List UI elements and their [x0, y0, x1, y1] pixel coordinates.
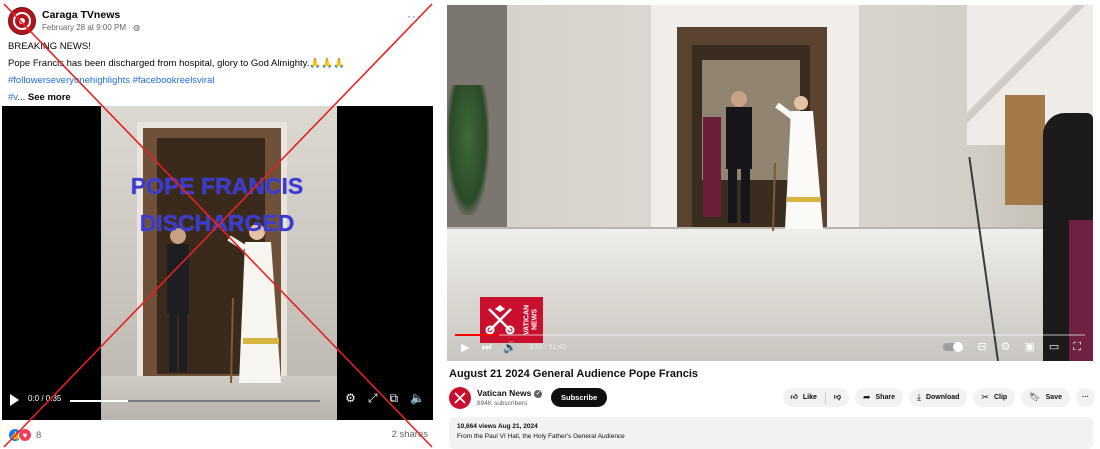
- channel-avatar[interactable]: [449, 387, 471, 409]
- video-time: 0:0 / 0:35: [28, 394, 62, 403]
- like-label: Like: [802, 394, 817, 401]
- ellipsis: ...: [17, 92, 28, 103]
- facebook-post: Caraga TVnews February 28 at 9:00 PM · ◍…: [0, 0, 436, 449]
- scissors-icon: ✂: [981, 392, 989, 402]
- autoplay-toggle[interactable]: [943, 342, 964, 352]
- video-controls: 0:0 / 0:35 ⚙ ⤢ ⧉ 🔈: [2, 386, 433, 420]
- channel-row: Vatican News ✓ 894K subscribers Subscribe…: [449, 386, 1095, 412]
- right-controls: ⊟ ⚙ ▣ ▭ ⛶: [943, 340, 1081, 354]
- like-button[interactable]: 👍︎ Like: [783, 388, 825, 407]
- video-title: August 21 2024 General Audience Pope Fra…: [449, 368, 699, 380]
- share-button[interactable]: ➦ Share: [854, 388, 903, 407]
- reaction-count: 8: [36, 429, 42, 441]
- channel-name[interactable]: Vatican News ✓: [477, 388, 543, 398]
- progress-fill: [455, 334, 500, 336]
- video-frame: [101, 106, 337, 420]
- next-icon[interactable]: ⏭: [481, 341, 491, 354]
- video-scrubber[interactable]: [70, 400, 320, 402]
- share-count[interactable]: 2 shares: [392, 429, 428, 440]
- post-options-button[interactable]: ···: [407, 9, 422, 23]
- clip-button[interactable]: ✂ Clip: [973, 388, 1016, 407]
- clip-label: Clip: [993, 394, 1008, 401]
- crossed-keys-icon: [454, 392, 466, 404]
- see-more-link[interactable]: See more: [28, 92, 71, 103]
- download-label: Download: [925, 394, 960, 401]
- video-overlay-caption: POPE FRANCIS DISCHARGED: [102, 168, 332, 242]
- download-icon: ⤓: [916, 392, 921, 402]
- overlay-line-2: DISCHARGED: [139, 210, 295, 236]
- timestamp-text: February 28 at 9:00 PM ·: [42, 23, 134, 32]
- globe-icon: ◍: [133, 23, 141, 32]
- page-name[interactable]: Caraga TVnews: [42, 9, 140, 22]
- post-header: Caraga TVnews February 28 at 9:00 PM · ◍: [8, 7, 140, 35]
- save-button[interactable]: 🔖︎ Save: [1021, 388, 1070, 407]
- post-timestamp[interactable]: February 28 at 9:00 PM · ◍: [42, 22, 140, 33]
- miniplayer-icon[interactable]: ▣: [1024, 340, 1034, 354]
- facebook-video-player[interactable]: POPE FRANCIS DISCHARGED 0:0 / 0:35 ⚙ ⤢ ⧉…: [2, 106, 433, 420]
- plant: [447, 85, 489, 215]
- download-button[interactable]: ⤓ Download: [908, 388, 968, 407]
- love-reaction-icon: ♥: [18, 428, 32, 442]
- post-body: Pope Francis has been discharged from ho…: [8, 58, 345, 69]
- subscriber-count: 894K subscribers: [477, 400, 528, 407]
- settings-icon[interactable]: ⚙: [345, 391, 356, 405]
- more-actions-button[interactable]: ···: [1076, 388, 1095, 407]
- description-box[interactable]: 10,664 views Aug 21, 2024 From the Paul …: [449, 417, 1093, 449]
- volume-icon[interactable]: 🔊: [503, 341, 517, 354]
- video-controls: ▶ ⏭ 🔊 3:32 / 51:40 ⊟ ⚙ ▣ ▭ ⛶: [447, 337, 1093, 361]
- fullscreen-icon[interactable]: ⛶: [1073, 340, 1081, 354]
- verified-check-icon: ✓: [534, 389, 543, 398]
- play-icon[interactable]: ▶: [461, 341, 469, 354]
- man-in-suit: [726, 91, 752, 223]
- thumbs-up-icon: 👍︎: [790, 394, 798, 401]
- pope-figure: [772, 96, 823, 232]
- like-dislike-group: 👍︎ Like 👎︎: [782, 388, 849, 407]
- captions-icon[interactable]: ⊟: [977, 340, 986, 354]
- overlay-line-1: POPE FRANCIS: [130, 173, 304, 199]
- man-in-suit: [167, 228, 189, 372]
- youtube-video-player[interactable]: VATICAN NEWS ▶ ⏭ 🔊 3:32 / 51:40 ⊟ ⚙ ▣ ▭ …: [447, 5, 1093, 361]
- left-controls: ▶ ⏭ 🔊 3:32 / 51:40: [461, 341, 566, 354]
- expand-icon[interactable]: ⤢: [368, 391, 378, 405]
- post-meta: Caraga TVnews February 28 at 9:00 PM · ◍: [42, 9, 140, 33]
- share-label: Share: [875, 394, 895, 401]
- post-hashtags[interactable]: #followerseveryonehighlights #facebookre…: [8, 74, 428, 87]
- video-time: 3:32 / 51:40: [529, 344, 567, 351]
- wood-panel: [1005, 95, 1045, 205]
- tv-logo-icon: [13, 12, 31, 30]
- youtube-watch-page: VATICAN NEWS ▶ ⏭ 🔊 3:32 / 51:40 ⊟ ⚙ ▣ ▭ …: [447, 5, 1095, 449]
- views-and-date: 10,664 views Aug 21, 2024: [457, 423, 538, 430]
- post-footer: 👍 ♥ 8 2 shares: [8, 426, 428, 444]
- post-text: BREAKING NEWS! Pope Francis has been dis…: [8, 40, 428, 108]
- thumbs-down-icon: 👎︎: [833, 394, 841, 401]
- mini-player-icon[interactable]: ⧉: [389, 391, 398, 405]
- scrubber-fill: [70, 400, 128, 402]
- share-icon: ➦: [862, 392, 871, 402]
- video-control-icons: ⚙ ⤢ ⧉ 🔈: [345, 391, 425, 405]
- description-text: From the Paul VI Hall, the Holy Father's…: [457, 433, 625, 440]
- play-icon[interactable]: [10, 394, 19, 406]
- channel-name-text: Vatican News: [477, 388, 532, 398]
- action-buttons: 👍︎ Like 👎︎ ➦ Share ⤓ Download ✂ Clip 🔖︎ Save …: [782, 388, 1095, 407]
- dislike-button[interactable]: 👎︎: [826, 388, 849, 407]
- pope-figure: [227, 224, 281, 384]
- reactions-summary[interactable]: 👍 ♥ 8: [8, 428, 41, 442]
- video-progress-bar[interactable]: [455, 334, 1085, 336]
- subscribe-button[interactable]: Subscribe: [551, 388, 608, 407]
- save-label: Save: [1045, 394, 1062, 401]
- page-avatar[interactable]: [8, 7, 36, 35]
- theater-mode-icon[interactable]: ▭: [1049, 340, 1059, 354]
- bookmark-icon: 🔖︎: [1029, 392, 1041, 402]
- hashtag-truncated[interactable]: #v: [8, 92, 17, 103]
- mute-icon[interactable]: 🔈: [410, 391, 425, 405]
- comparison-screenshot: Caraga TVnews February 28 at 9:00 PM · ◍…: [0, 0, 1100, 449]
- post-headline: BREAKING NEWS!: [8, 41, 91, 52]
- settings-icon[interactable]: ⚙: [1001, 340, 1011, 354]
